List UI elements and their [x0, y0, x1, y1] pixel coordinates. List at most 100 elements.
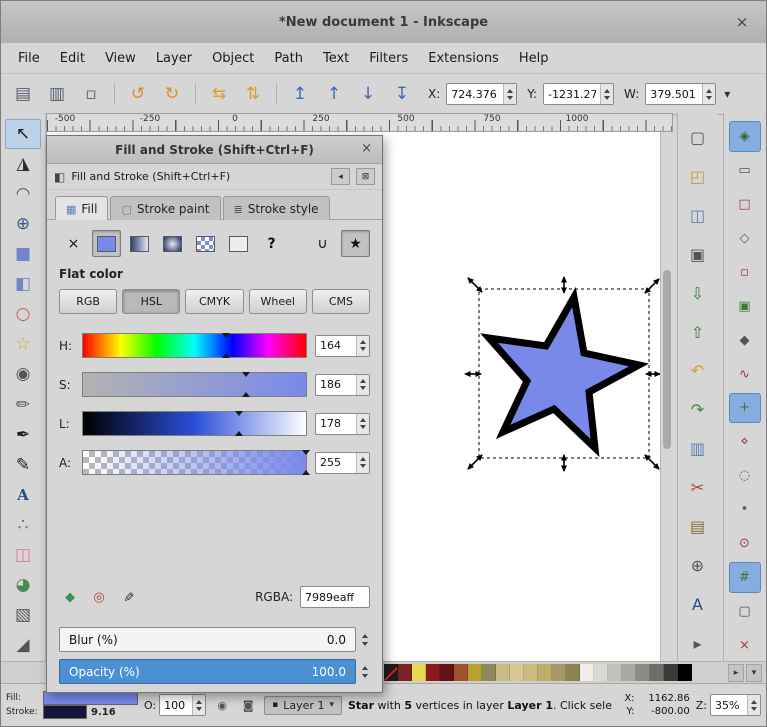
alpha-slider[interactable]: [82, 450, 307, 475]
mode-rgb-button[interactable]: RGB: [59, 289, 117, 314]
paint-unknown-button[interactable]: ?: [257, 230, 286, 257]
snap-object-centers-button[interactable]: ⊙: [729, 528, 761, 559]
paint-swatch-button[interactable]: [224, 230, 253, 257]
fill-rule-nonzero-button[interactable]: ∪: [308, 230, 337, 257]
raise-to-top-button[interactable]: ↥: [284, 78, 316, 110]
scale-handle-se[interactable]: [645, 455, 659, 469]
palette-swatch[interactable]: [454, 664, 468, 681]
spin-up-icon[interactable]: [751, 700, 757, 704]
select-all-button[interactable]: ▤: [7, 78, 39, 110]
spin-up-icon[interactable]: [706, 89, 712, 93]
raise-button[interactable]: ↑: [318, 78, 350, 110]
opacity-spinner[interactable]: [192, 695, 205, 715]
x-input[interactable]: [447, 84, 503, 104]
scrollbar-thumb[interactable]: [663, 270, 671, 450]
import-button[interactable]: ⇩: [681, 277, 715, 311]
selector-tool[interactable]: ↖: [5, 119, 41, 149]
tab-stroke-paint[interactable]: ▢Stroke paint: [110, 196, 220, 220]
palette-swatch[interactable]: [412, 664, 426, 681]
snap-toggle-button[interactable]: ◈: [729, 121, 761, 152]
gradient-tool[interactable]: ▧: [5, 601, 41, 631]
spin-down-icon[interactable]: [360, 347, 366, 351]
flip-horizontal-button[interactable]: ⇆: [203, 78, 235, 110]
alpha-input[interactable]: [316, 453, 356, 473]
spiral-tool[interactable]: ◉: [5, 360, 41, 390]
mode-wheel-button[interactable]: Wheel: [249, 289, 307, 314]
spin-down-icon[interactable]: [751, 707, 757, 711]
dock-float-button[interactable]: ⊠: [356, 168, 375, 185]
scale-handle-sw[interactable]: [468, 455, 482, 469]
palette-swatch[interactable]: [594, 664, 608, 681]
hue-input[interactable]: [316, 336, 356, 356]
undo-button[interactable]: ↶: [681, 355, 715, 389]
snap-bbox-button[interactable]: ▭: [729, 155, 761, 186]
spin-down-icon[interactable]: [604, 96, 610, 100]
opacity-dialog-spinner[interactable]: [360, 665, 370, 679]
redo-button[interactable]: ↷: [681, 393, 715, 427]
palette-no-color-swatch[interactable]: [384, 664, 398, 681]
snap-midpoints-button[interactable]: •: [729, 494, 761, 525]
deselect-button[interactable]: ▫: [75, 78, 107, 110]
lightness-input[interactable]: [316, 414, 356, 434]
menu-path[interactable]: Path: [265, 47, 312, 70]
tweak-tool[interactable]: ◠: [5, 179, 41, 209]
text-tool[interactable]: A: [5, 480, 41, 510]
mode-cms-button[interactable]: CMS: [312, 289, 370, 314]
cut-button[interactable]: ✂: [681, 471, 715, 505]
paint-flat-button[interactable]: [92, 230, 121, 257]
scale-handle-nw[interactable]: [468, 278, 482, 292]
snap-guides-button[interactable]: ×: [729, 630, 761, 661]
paste-button[interactable]: ▤: [681, 510, 715, 544]
lightness-slider[interactable]: [82, 411, 307, 436]
spin-up-icon[interactable]: [507, 89, 513, 93]
box3d-tool[interactable]: ◧: [5, 270, 41, 300]
lower-to-bottom-button[interactable]: ↧: [386, 78, 418, 110]
w-input[interactable]: [646, 84, 702, 104]
zoom-tool[interactable]: ⊕: [5, 209, 41, 239]
layer-selector[interactable]: ▪ Layer 1 ▾: [264, 696, 342, 715]
eraser-tool[interactable]: ◫: [5, 541, 41, 571]
spin-down-icon[interactable]: [706, 96, 712, 100]
hue-spinner[interactable]: [356, 336, 369, 356]
snap-nodes-button[interactable]: ◆: [729, 325, 761, 356]
palette-swatch[interactable]: [426, 664, 440, 681]
snap-bbox-edges-button[interactable]: □: [729, 189, 761, 220]
palette-swatch[interactable]: [440, 664, 454, 681]
palette-menu-button[interactable]: ▾: [746, 664, 762, 682]
save-button[interactable]: ◫: [681, 199, 715, 233]
print-button[interactable]: ▣: [681, 238, 715, 272]
alpha-field[interactable]: [315, 452, 370, 474]
rgba-input[interactable]: [301, 587, 369, 607]
saturation-input[interactable]: [316, 375, 356, 395]
fill-rule-evenodd-button[interactable]: ★: [341, 230, 370, 257]
spin-up-icon[interactable]: [360, 418, 366, 422]
layer-lock-button[interactable]: ◙: [238, 695, 258, 715]
layer-visibility-button[interactable]: ◉: [212, 695, 232, 715]
star-tool[interactable]: ☆: [5, 330, 41, 360]
palette-swatch[interactable]: [650, 664, 664, 681]
menu-edit[interactable]: Edit: [51, 47, 94, 70]
menu-text[interactable]: Text: [314, 47, 358, 70]
spin-down-icon[interactable]: [360, 425, 366, 429]
window-titlebar[interactable]: *New document 1 - Inkscape ×: [1, 1, 766, 44]
palette-swatch[interactable]: [636, 664, 650, 681]
y-input[interactable]: [544, 84, 600, 104]
menu-help[interactable]: Help: [510, 47, 558, 70]
palette-swatch[interactable]: [608, 664, 622, 681]
palette-swatch[interactable]: [566, 664, 580, 681]
horizontal-ruler[interactable]: -500 -250 0 250 500 750 1000: [46, 113, 673, 132]
rotate-ccw-button[interactable]: ↺: [122, 78, 154, 110]
blur-slider[interactable]: Blur (%) 0.0: [59, 627, 356, 652]
x-spinner[interactable]: [503, 84, 516, 104]
menu-view[interactable]: View: [96, 47, 145, 70]
spin-down-icon[interactable]: [507, 96, 513, 100]
paint-linear-gradient-button[interactable]: [125, 230, 154, 257]
opacity-input[interactable]: [160, 695, 192, 715]
paint-pattern-button[interactable]: [191, 230, 220, 257]
spin-up-icon[interactable]: [360, 379, 366, 383]
spin-down-icon[interactable]: [196, 707, 202, 711]
palette-swatch[interactable]: [580, 664, 594, 681]
mode-cmyk-button[interactable]: CMYK: [185, 289, 243, 314]
rotate-cw-button[interactable]: ↻: [156, 78, 188, 110]
snap-grids-button[interactable]: #: [729, 562, 761, 593]
